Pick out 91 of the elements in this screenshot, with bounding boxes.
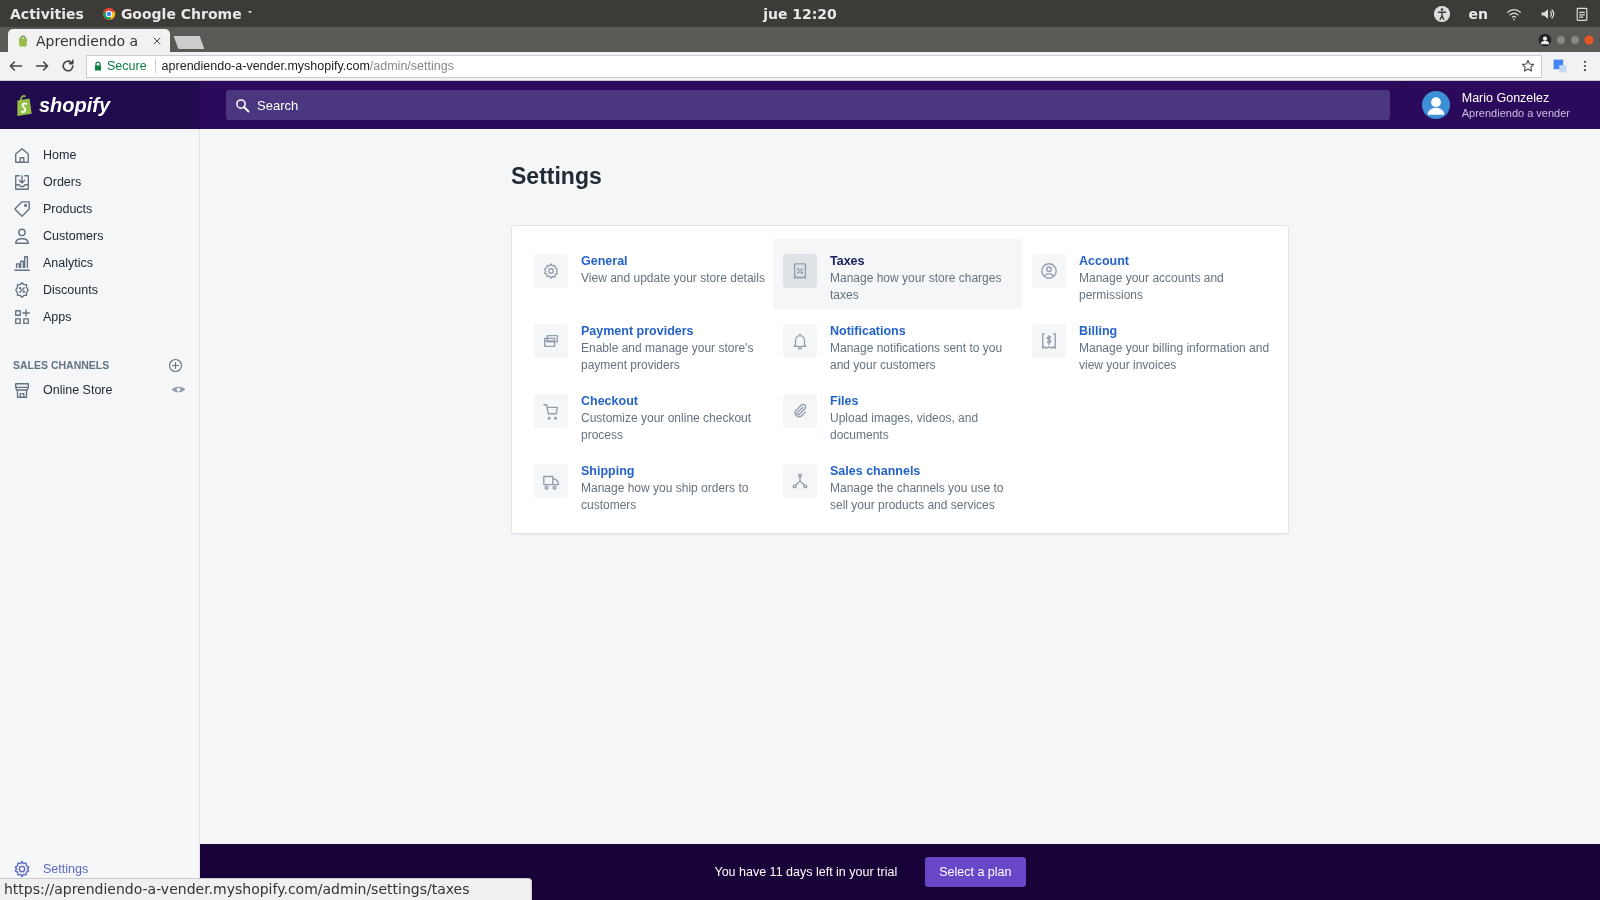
cart-icon (542, 402, 560, 420)
nav-item[interactable]: Online Store (0, 376, 199, 403)
back-icon[interactable] (8, 58, 24, 74)
settings-link[interactable]: Shipping (581, 464, 773, 478)
settings-item[interactable]: Account Manage your accounts and permissions (1022, 239, 1271, 309)
settings-description: Manage your accounts and permissions (1079, 270, 1225, 303)
nav-item[interactable]: Settings (0, 858, 199, 880)
settings-link[interactable]: Notifications (830, 324, 1022, 338)
clipboard-icon[interactable] (1574, 5, 1590, 22)
receipt-icon (791, 262, 809, 280)
settings-link[interactable]: Payment providers (581, 324, 773, 338)
settings-item[interactable]: Sales channels Manage the channels you use to sell your products and services (773, 449, 1022, 519)
avatar-icon[interactable] (1421, 91, 1450, 119)
section-heading: SALES CHANNELS (13, 359, 110, 371)
nav-item[interactable]: Apps (0, 303, 199, 330)
cards-icon (542, 332, 560, 350)
settings-description: Manage how you ship orders to customers (581, 480, 750, 513)
settings-item[interactable]: Files Upload images, videos, and documents (773, 379, 1022, 449)
store-name: Aprendiendo a vender (1461, 107, 1570, 119)
storefront-icon (13, 380, 31, 399)
settings-item[interactable]: Payment providers Enable and manage your store's payment providers (524, 309, 773, 379)
inbox-icon (13, 172, 31, 191)
settings-description: Manage your billing information and view your invoices (1079, 340, 1271, 373)
logo-wordmark[interactable]: shopify (39, 93, 111, 117)
settings-link[interactable]: General (581, 254, 773, 268)
trial-message: You have 11 days left in your trial (714, 865, 898, 879)
secure-label: Secure (107, 59, 147, 73)
settings-description: Manage the channels you use to sell your products and services (830, 480, 1005, 513)
paperclip-icon (791, 402, 809, 420)
new-tab-button[interactable] (173, 36, 205, 49)
browser-logo-icon (101, 6, 116, 21)
browser-tab[interactable]: Aprendiendo a (8, 29, 170, 52)
nav-item[interactable]: Customers (0, 222, 199, 249)
activities-button[interactable]: Activities (10, 5, 84, 22)
bell-icon (791, 332, 809, 350)
star-icon[interactable] (1521, 59, 1535, 73)
settings-item[interactable]: Notifications Manage notifications sent to you and your customers (773, 309, 1022, 379)
settings-link[interactable]: Account (1079, 254, 1271, 268)
accessibility-icon[interactable] (1432, 4, 1451, 23)
settings-link[interactable]: Billing (1079, 324, 1271, 338)
gear-icon (13, 860, 31, 878)
address-bar[interactable]: Secure aprendiendo-a-vender.myshopify.com/admin/settings (86, 54, 1542, 78)
settings-description: Upload images, videos, and documents (830, 410, 980, 443)
nav-item[interactable]: Orders (0, 168, 199, 195)
close-icon[interactable] (152, 35, 162, 46)
settings-description: View and update your store details (581, 270, 766, 287)
settings-link[interactable]: Sales channels (830, 464, 1022, 478)
gear-icon (542, 262, 560, 280)
settings-link[interactable]: Taxes (830, 254, 1022, 268)
url-path: /admin/settings (369, 59, 454, 73)
bag-icon (16, 33, 30, 48)
grid-plus-icon (13, 307, 31, 326)
user-name[interactable]: Mario Gonzelez (1461, 91, 1570, 105)
nav-item[interactable]: Products (0, 195, 199, 222)
reload-icon[interactable] (60, 58, 76, 74)
tag-icon (13, 199, 31, 218)
home-icon (13, 145, 31, 164)
settings-description: Customize your online checkout process (581, 410, 753, 443)
settings-link[interactable]: Checkout (581, 394, 773, 408)
page-title: Settings (511, 163, 603, 190)
add-icon[interactable] (168, 357, 183, 373)
forward-icon[interactable] (34, 58, 50, 74)
status-url: https://aprendiendo-a-vender.myshopify.com/admin/settings/taxes (0, 878, 532, 900)
bar-chart-icon (13, 253, 31, 272)
clock[interactable]: jue 12:20 (763, 5, 837, 22)
select-plan-button[interactable]: Select a plan (925, 857, 1026, 887)
settings-item[interactable]: General View and update your store details (524, 239, 773, 309)
settings-description: Manage how your store charges taxes (830, 270, 1003, 303)
translate-icon[interactable] (1552, 58, 1568, 74)
settings-description: Enable and manage your store's payment providers (581, 340, 755, 373)
settings-item[interactable]: Billing Manage your billing information and view your invoices (1022, 309, 1271, 379)
badge-percent-icon (13, 280, 31, 299)
language-indicator[interactable]: en (1468, 5, 1488, 22)
settings-link[interactable]: Files (830, 394, 1022, 408)
url-host: aprendiendo-a-vender.myshopify.com (161, 59, 370, 73)
app-name[interactable]: Google Chrome (120, 5, 242, 22)
settings-item[interactable]: Taxes Manage how your store charges taxes (773, 239, 1022, 309)
nav-item[interactable]: Home (0, 141, 199, 168)
lock-icon (93, 60, 103, 72)
settings-item[interactable]: Checkout Customize your online checkout process (524, 379, 773, 449)
settings-item[interactable]: Shipping Manage how you ship orders to customers (524, 449, 773, 519)
tab-title: Aprendiendo a (36, 32, 140, 49)
network-icon (791, 472, 809, 490)
nav-item[interactable]: Discounts (0, 276, 199, 303)
person-icon (13, 226, 31, 245)
receipt-dollar-icon (1040, 332, 1058, 350)
nav-item[interactable]: Analytics (0, 249, 199, 276)
search-field[interactable]: Search (226, 90, 1390, 120)
settings-description: Manage notifications sent to you and your customers (830, 340, 1004, 373)
profile-icon[interactable] (1538, 33, 1552, 47)
person-circle-icon (1040, 262, 1058, 280)
